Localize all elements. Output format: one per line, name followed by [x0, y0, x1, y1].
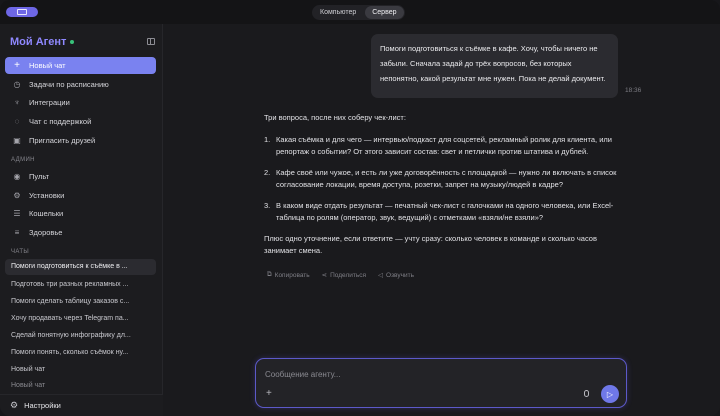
chat-list-item[interactable]: Новый чат — [5, 362, 156, 378]
list-text: Кафе своё или чужое, и есть ли уже догов… — [276, 167, 617, 190]
sidebar-item-label: Пригласить друзей — [29, 136, 96, 145]
chat-list-item[interactable]: Подготовь три разных рекламных ... — [5, 277, 156, 293]
sidebar-item-integrations[interactable]: ♆ Интеграции — [5, 94, 156, 111]
settings-button[interactable]: ⚙ Настройки — [0, 394, 163, 416]
sidebar-item-label: Чат с поддержкой — [29, 117, 92, 126]
share-label: Поделиться — [330, 271, 367, 279]
chat-area: Помоги подготовиться к съёмке в кафе. Хо… — [164, 24, 720, 416]
chats-section-label: ЧАТЫ — [11, 249, 30, 255]
attach-plus-icon[interactable]: + — [266, 388, 272, 399]
brand-title: Мой Агент — [10, 36, 67, 48]
sidebar-item-settings-admin[interactable]: ⚙ Установки — [5, 187, 156, 204]
sidebar-item-label: Пульт — [29, 172, 50, 181]
share-button[interactable]: ⋖ Поделиться — [321, 271, 367, 280]
speaker-icon: ◁ — [378, 272, 384, 279]
gear-icon: ⚙ — [10, 400, 19, 410]
share-icon: ⋖ — [321, 272, 328, 279]
sidebar-item-health[interactable]: ≡ Здоровье — [5, 224, 156, 241]
brand: Мой Агент — [10, 36, 75, 48]
question-list: 1. Какая съёмка и для чего — интервью/под… — [264, 134, 624, 225]
list-text: Какая съёмка и для чего — интервью/подка… — [276, 134, 612, 157]
chat-list-item[interactable]: Сделай понятную инфографику дл... — [5, 328, 156, 344]
list-item: 3. В каком виде отдать результат — печатн… — [264, 200, 624, 225]
copy-label: Копировать — [274, 271, 310, 279]
sidebar-item-label: Кошельки — [29, 209, 64, 218]
sidebar-item-label: Здоровье — [29, 228, 63, 237]
answer-outro: Плюс одно уточнение, если ответите — учт… — [264, 233, 597, 256]
gear-icon: ⚙ — [13, 190, 21, 200]
app-logo[interactable] — [6, 7, 38, 17]
list-icon: ☰ — [13, 208, 21, 218]
chat-list-item[interactable]: Хочу продавать через Telegram па... — [5, 311, 156, 327]
user-message: Помоги подготовиться к съёмке в кафе. Хо… — [371, 34, 618, 98]
send-button[interactable]: ▷ — [601, 385, 619, 403]
chat-list-item[interactable]: Помоги сделать таблицу заказов с... — [5, 294, 156, 310]
message-composer: + ▷ — [255, 358, 627, 408]
sidebar-item-wallets[interactable]: ☰ Кошельки — [5, 205, 156, 222]
clock-icon: ◷ — [13, 79, 21, 89]
gift-icon: ▣ — [13, 135, 21, 145]
assistant-message: Три вопроса, после них соберу чек-лист: … — [264, 112, 624, 267]
message-actions: ⧉ Копировать ⋖ Поделиться ◁ Озвучить — [267, 271, 414, 279]
plus-icon: + — [14, 59, 20, 71]
lines-icon: ≡ — [14, 227, 20, 237]
message-time: 18:36 — [625, 87, 642, 94]
list-item: 2. Кафе своё или чужое, и есть ли уже дог… — [264, 167, 624, 192]
plug-icon: ♆ — [14, 97, 20, 107]
copy-icon: ⧉ — [267, 271, 272, 278]
new-chat-label: Новый чат — [29, 61, 66, 70]
list-number: 3. — [264, 200, 271, 210]
online-status-dot — [70, 40, 75, 44]
send-arrow-icon: ▷ — [606, 389, 614, 399]
sidebar-collapse-icon[interactable] — [147, 38, 155, 45]
tab-server[interactable]: Сервер — [365, 6, 404, 19]
top-bar: Компьютер Сервер — [0, 0, 720, 24]
sidebar-item-label: Интеграции — [29, 98, 70, 107]
chat-list-item[interactable]: Помоги понять, сколько съёмок ну... — [5, 345, 156, 361]
list-number: 1. — [264, 134, 271, 144]
sidebar-item-label: Установки — [29, 191, 65, 200]
message-input[interactable] — [265, 368, 565, 380]
support-icon: ◌ — [14, 116, 20, 126]
new-chat-button[interactable]: + Новый чат — [5, 57, 156, 74]
list-text: В каком виде отдать результат — печатный… — [276, 200, 614, 223]
microphone-icon[interactable] — [584, 390, 589, 397]
admin-section-label: АДМИН — [11, 157, 35, 163]
sidebar: Мой Агент + Новый чат ◷ Задачи по распис… — [0, 24, 163, 416]
list-item: 1. Какая съёмка и для чего — интервью/под… — [264, 134, 624, 159]
app-window: Компьютер Сервер Мой Агент + Новый чат ◷… — [0, 0, 720, 416]
tab-computer[interactable]: Компьютер — [313, 6, 363, 19]
settings-label: Настройки — [24, 401, 61, 410]
speak-label: Озвучить — [386, 271, 414, 279]
window-icon — [17, 9, 27, 15]
eye-icon: ◉ — [13, 171, 21, 181]
chat-list-item[interactable]: Новый чат — [5, 378, 156, 394]
list-number: 2. — [264, 167, 271, 177]
speak-button[interactable]: ◁ Озвучить — [378, 271, 414, 280]
sidebar-item-invite-friends[interactable]: ▣ Пригласить друзей — [5, 132, 156, 149]
sidebar-item-console[interactable]: ◉ Пульт — [5, 168, 156, 185]
sidebar-item-label: Задачи по расписанию — [29, 80, 109, 89]
chat-list-item[interactable]: Помоги подготовиться к съёмке в ... — [5, 259, 156, 275]
answer-intro: Три вопроса, после них соберу чек-лист: — [264, 113, 406, 122]
copy-button[interactable]: ⧉ Копировать — [267, 271, 310, 279]
mode-switch: Компьютер Сервер — [312, 5, 405, 20]
sidebar-item-scheduled-tasks[interactable]: ◷ Задачи по расписанию — [5, 76, 156, 93]
sidebar-item-support-chat[interactable]: ◌ Чат с поддержкой — [5, 113, 156, 130]
